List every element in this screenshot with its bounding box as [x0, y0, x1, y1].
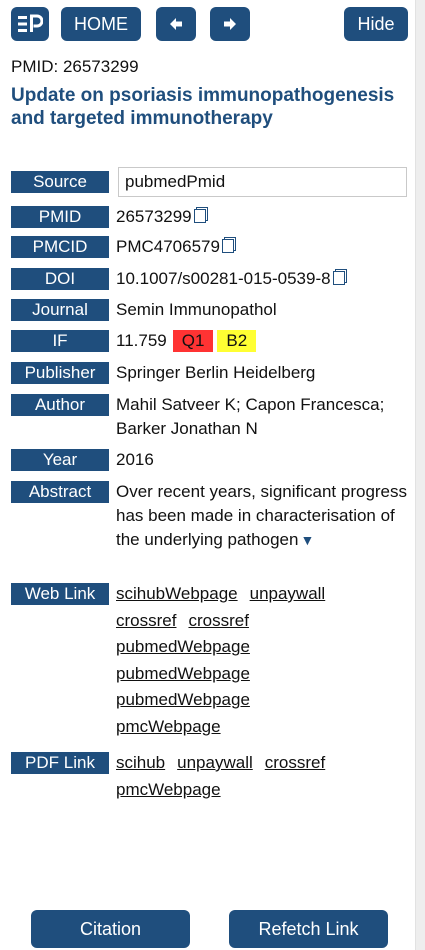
home-button[interactable]: HOME [61, 7, 141, 41]
field-label: Journal [11, 299, 109, 321]
copy-icon[interactable] [221, 239, 234, 253]
scihub-webpage-link[interactable]: scihubWebpage [116, 584, 238, 603]
field-label: Abstract [11, 481, 109, 503]
crossref-link[interactable]: crossref [116, 611, 176, 630]
article-title: Update on psoriasis immunopathogenesis a… [11, 85, 395, 129]
copy-icon[interactable] [193, 209, 206, 223]
copy-icon[interactable] [332, 271, 345, 285]
publisher-value: Springer Berlin Heidelberg [116, 363, 316, 382]
arrow-right-icon [224, 18, 236, 30]
author-value: Mahil Satveer K; Capon Francesca; Barker… [116, 395, 385, 438]
field-label: Publisher [11, 362, 109, 384]
field-label: PMCID [11, 236, 109, 258]
crossref-pdf-link[interactable]: crossref [265, 753, 325, 772]
web-link-list: scihubWebpage unpaywall crossref crossref … [116, 581, 411, 740]
forward-button[interactable] [210, 7, 250, 41]
field-label: Year [11, 449, 109, 471]
pdf-link-list: scihub unpaywall crossref pmcWebpage [116, 750, 411, 803]
scihub-pdf-link[interactable]: scihub [116, 753, 165, 772]
logo-button[interactable] [11, 7, 49, 41]
doi-value: 10.1007/s00281-015-0539-8 [116, 269, 331, 288]
arrow-left-icon [170, 18, 182, 30]
expand-icon[interactable]: ▼ [300, 532, 314, 548]
quartile-badge: Q1 [172, 330, 214, 352]
pmc-webpage-link[interactable]: pmcWebpage [116, 717, 221, 736]
journal-value: Semin Immunopathol [116, 300, 277, 319]
back-button[interactable] [156, 7, 196, 41]
field-label: Source [11, 171, 109, 193]
citation-button[interactable]: Citation [31, 910, 190, 948]
pubmed-webpage-link[interactable]: pubmedWebpage [116, 664, 250, 683]
toolbar: HOME Hide [11, 7, 408, 43]
abstract-text: Over recent years, significant progress … [116, 482, 408, 549]
ep-logo-icon [18, 14, 43, 32]
scrollbar[interactable] [415, 0, 425, 950]
source-field[interactable]: pubmedPmid [118, 167, 407, 197]
field-label: PMID [11, 206, 109, 228]
grade-badge: B2 [217, 330, 257, 352]
pubmed-webpage-link[interactable]: pubmedWebpage [116, 690, 250, 709]
pmcid-value: PMC4706579 [116, 237, 220, 256]
impact-factor-value: 11.759 [116, 331, 167, 350]
field-label: PDF Link [11, 752, 109, 774]
pubmed-webpage-link[interactable]: pubmedWebpage [116, 637, 250, 656]
field-label: DOI [11, 268, 109, 290]
year-value: 2016 [116, 450, 154, 469]
pmid-header: PMID: 26573299 [11, 57, 139, 76]
pmid-value: 26573299 [116, 207, 192, 226]
hide-button[interactable]: Hide [344, 7, 408, 41]
field-label: IF [11, 330, 109, 352]
unpaywall-pdf-link[interactable]: unpaywall [177, 753, 253, 772]
field-label: Web Link [11, 583, 109, 605]
refetch-link-button[interactable]: Refetch Link [229, 910, 388, 948]
crossref-link[interactable]: crossref [188, 611, 248, 630]
pmc-webpage-pdf-link[interactable]: pmcWebpage [116, 780, 221, 799]
field-label: Author [11, 394, 109, 416]
unpaywall-link[interactable]: unpaywall [250, 584, 326, 603]
